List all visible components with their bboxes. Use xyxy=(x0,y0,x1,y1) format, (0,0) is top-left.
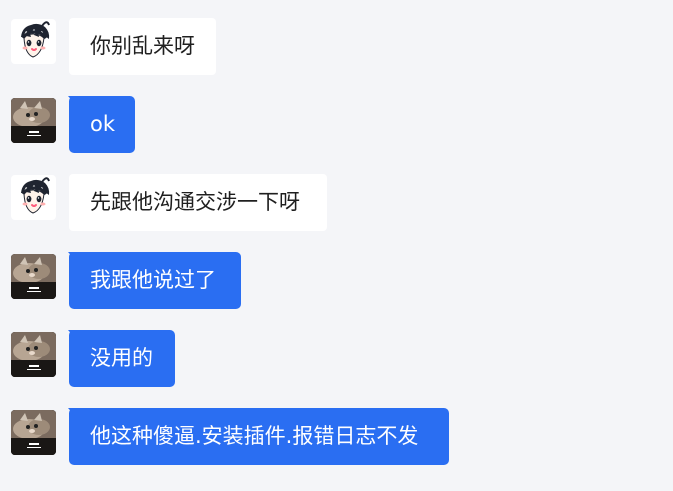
message-row: 你别乱来呀 xyxy=(0,18,673,78)
message-bubble[interactable]: 没用的 xyxy=(69,330,175,387)
message-text: 没用的 xyxy=(90,346,153,370)
message-bubble[interactable]: 他这种傻逼.安装插件.报错日志不发 xyxy=(69,408,449,465)
cat-photo-avatar-icon[interactable] xyxy=(11,410,56,455)
message-row: 先跟他沟通交涉一下呀 xyxy=(0,174,673,234)
message-bubble[interactable]: ok xyxy=(69,96,135,153)
message-bubble[interactable]: 我跟他说过了 xyxy=(69,252,241,309)
cat-photo-avatar-icon[interactable] xyxy=(11,332,56,377)
message-text: 你别乱来呀 xyxy=(90,34,195,58)
message-row: ok xyxy=(0,96,673,156)
anime-avatar-drawing xyxy=(11,175,56,220)
cat-photo-avatar-icon[interactable] xyxy=(11,254,56,299)
message-row: 他这种傻逼.安装插件.报错日志不发 xyxy=(0,408,673,468)
message-bubble[interactable]: 先跟他沟通交涉一下呀 xyxy=(69,174,327,231)
cat-avatar-drawing xyxy=(11,332,56,377)
message-text: 他这种傻逼.安装插件.报错日志不发 xyxy=(90,424,419,448)
anime-boy-avatar-icon[interactable] xyxy=(11,19,56,64)
anime-avatar-drawing xyxy=(11,19,56,64)
anime-boy-avatar-icon[interactable] xyxy=(11,175,56,220)
cat-avatar-drawing xyxy=(11,254,56,299)
message-bubble[interactable]: 你别乱来呀 xyxy=(69,18,216,75)
message-text: 我跟他说过了 xyxy=(90,268,216,292)
message-row: 没用的 xyxy=(0,330,673,390)
message-text: 先跟他沟通交涉一下呀 xyxy=(90,190,300,214)
message-row: 我跟他说过了 xyxy=(0,252,673,312)
cat-photo-avatar-icon[interactable] xyxy=(11,98,56,143)
cat-avatar-drawing xyxy=(11,98,56,143)
message-text: ok xyxy=(90,112,116,136)
cat-avatar-drawing xyxy=(11,410,56,455)
